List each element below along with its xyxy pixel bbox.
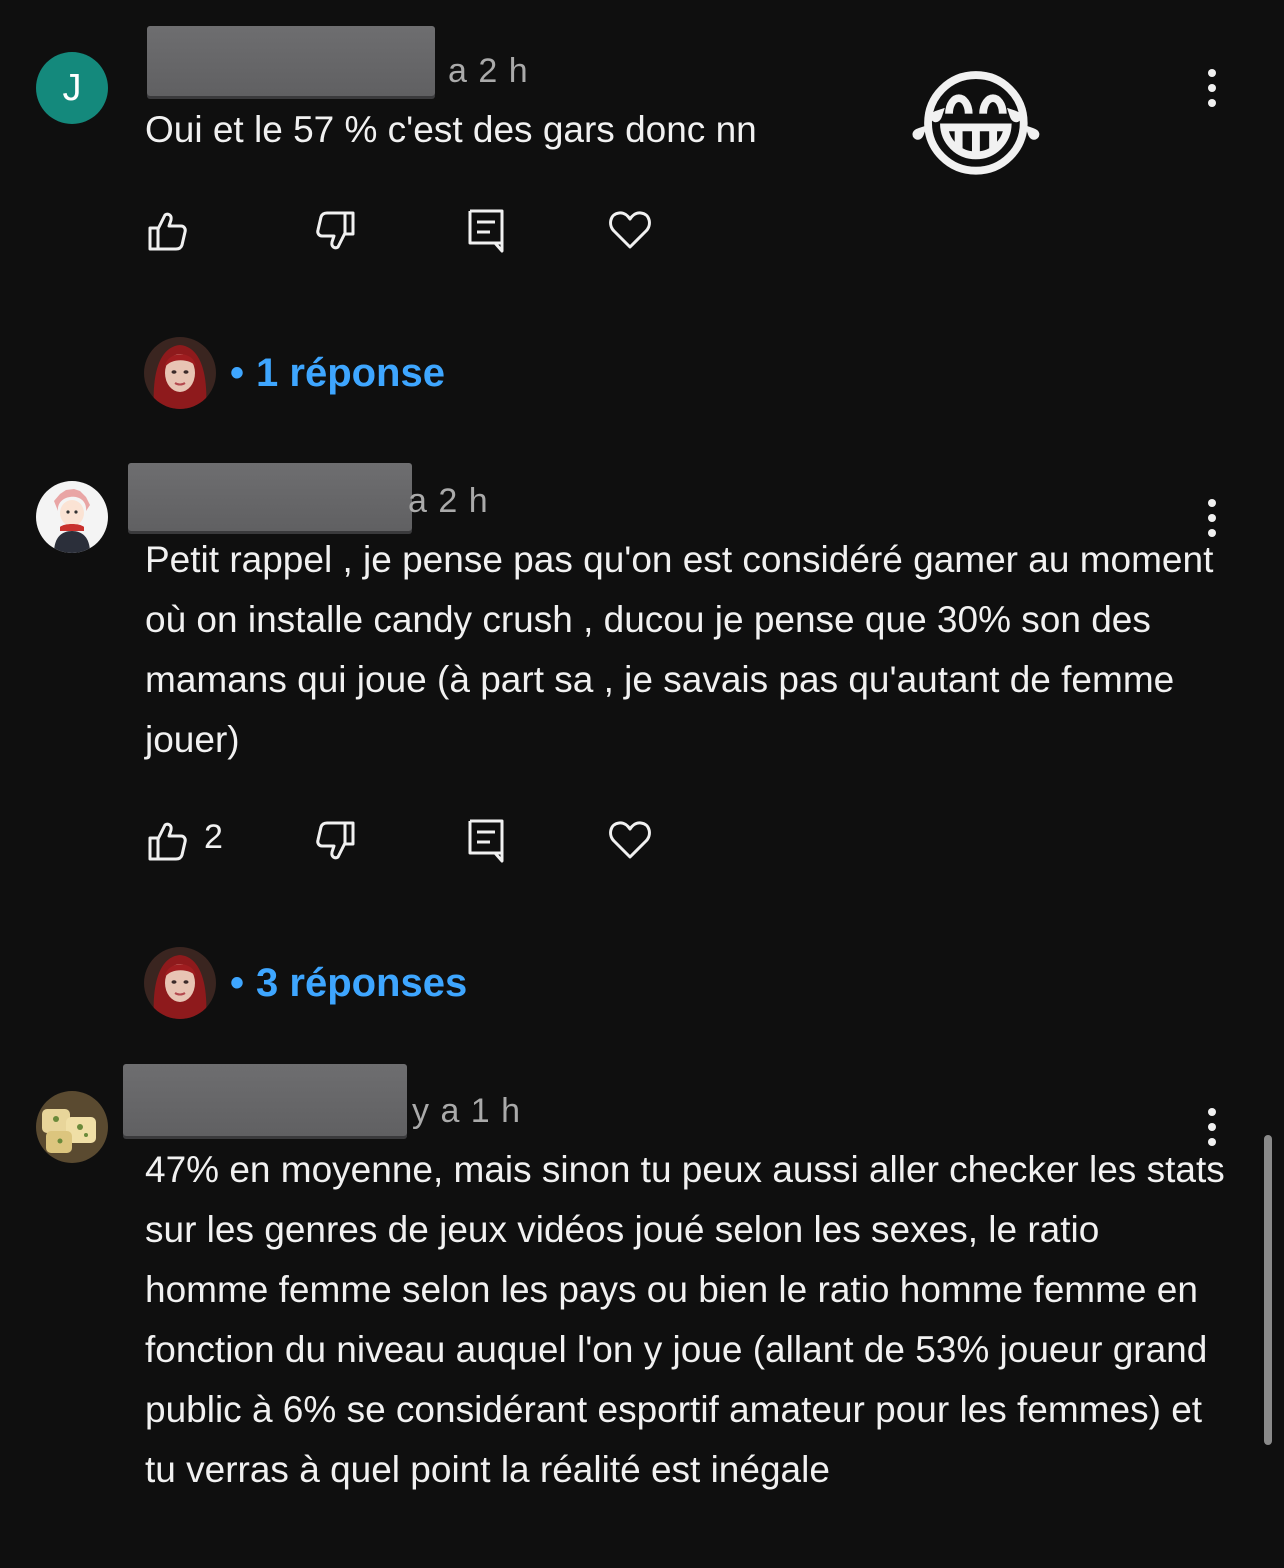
redacted-username bbox=[128, 463, 412, 531]
redacted-username bbox=[147, 26, 435, 96]
heart-icon bbox=[609, 211, 651, 249]
comment-time: y a 1 h bbox=[412, 1092, 522, 1130]
heart-button[interactable] bbox=[606, 205, 654, 253]
heart-button[interactable] bbox=[606, 815, 654, 863]
comment-time: a 2 h bbox=[448, 52, 529, 90]
heart-icon bbox=[609, 821, 651, 859]
redacted-username bbox=[123, 1064, 407, 1136]
reply-button[interactable] bbox=[462, 817, 510, 865]
more-options-button[interactable] bbox=[1192, 488, 1232, 548]
more-options-button[interactable] bbox=[1192, 1097, 1232, 1157]
anime-avatar-image bbox=[36, 481, 108, 553]
replies-count-label: 3 réponses bbox=[256, 960, 468, 1005]
reply-button[interactable] bbox=[462, 207, 510, 255]
more-options-button[interactable] bbox=[1192, 58, 1232, 118]
comment-body: Oui et le 57 % c'est des gars donc nn bbox=[145, 109, 757, 150]
replies-count-label: 1 réponse bbox=[256, 350, 445, 395]
like-button[interactable] bbox=[143, 207, 191, 255]
comment-text: 47% en moyenne, mais sinon tu peux aussi… bbox=[145, 1140, 1225, 1500]
dislike-button[interactable] bbox=[312, 817, 360, 865]
reply-icon bbox=[468, 819, 504, 863]
comment-text: Petit rappel , je pense pas qu'on est co… bbox=[145, 530, 1215, 770]
like-button[interactable] bbox=[143, 817, 191, 865]
food-avatar-image bbox=[36, 1091, 108, 1163]
comment-time: a 2 h bbox=[408, 482, 489, 520]
comment-text: Oui et le 57 % c'est des gars donc nn bbox=[145, 100, 1215, 160]
reply-icon bbox=[468, 209, 504, 253]
view-replies-button[interactable]: • 3 réponses bbox=[144, 947, 467, 1019]
like-count: 2 bbox=[204, 818, 223, 856]
creator-avatar bbox=[144, 947, 216, 1019]
commenter-avatar[interactable] bbox=[36, 1091, 108, 1163]
thumbs-down-icon bbox=[316, 211, 355, 250]
dislike-button[interactable] bbox=[312, 207, 360, 255]
scrollbar[interactable] bbox=[1264, 1135, 1272, 1445]
avatar-letter: J bbox=[62, 66, 82, 109]
commenter-avatar[interactable] bbox=[36, 481, 108, 553]
comment-body: 47% en moyenne, mais sinon tu peux aussi… bbox=[145, 1149, 1225, 1490]
comment-body: Petit rappel , je pense pas qu'on est co… bbox=[145, 539, 1214, 760]
thumbs-down-icon bbox=[316, 821, 355, 860]
view-replies-button[interactable]: • 1 réponse bbox=[144, 337, 445, 409]
commenter-avatar[interactable]: J bbox=[36, 52, 108, 124]
creator-avatar bbox=[144, 337, 216, 409]
laughing-emoji: 😂 bbox=[907, 60, 1045, 192]
thumbs-up-icon bbox=[148, 822, 187, 861]
thumbs-up-icon bbox=[148, 212, 187, 251]
